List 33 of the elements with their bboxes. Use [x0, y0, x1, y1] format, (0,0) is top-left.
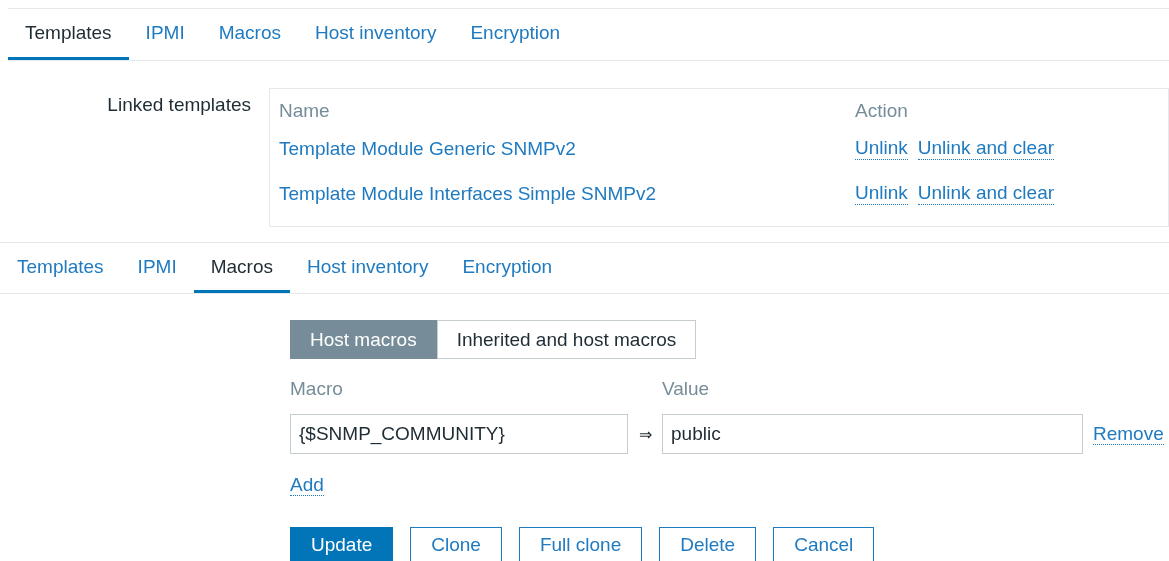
template-link[interactable]: Template Module Generic SNMPv2	[279, 137, 855, 160]
action-link[interactable]: Unlink and clear	[917, 182, 1055, 205]
remove-link[interactable]: Remove	[1093, 423, 1164, 445]
action-link[interactable]: Unlink	[855, 182, 908, 205]
action-link[interactable]: Unlink and clear	[917, 137, 1055, 160]
template-link[interactable]: Template Module Interfaces Simple SNMPv2	[279, 182, 855, 205]
tab[interactable]: IPMI	[128, 9, 202, 60]
action-link[interactable]: Unlink	[855, 137, 908, 160]
tab[interactable]: IPMI	[120, 243, 194, 293]
tab[interactable]: Templates	[8, 9, 129, 60]
column-header: Name	[279, 100, 331, 122]
action-button[interactable]: Update	[290, 527, 394, 561]
tab[interactable]: Encryption	[445, 243, 570, 293]
add-link[interactable]: Add	[290, 474, 324, 496]
tab[interactable]: Templates	[0, 243, 121, 293]
tab[interactable]: Host inventory	[289, 243, 446, 293]
field-label: Linked templates	[106, 93, 251, 116]
tab[interactable]: Host inventory	[297, 9, 454, 60]
action-button[interactable]: Delete	[659, 527, 757, 561]
tab[interactable]: Macros	[201, 9, 298, 60]
input-field[interactable]: public	[662, 414, 1083, 454]
input-field[interactable]: {$SNMP_COMMUNITY}	[290, 414, 628, 454]
column-header: Value	[662, 377, 711, 401]
tab[interactable]: Encryption	[453, 9, 578, 60]
toggle-button[interactable]: Inherited and host macros	[436, 320, 697, 359]
column-header: Action	[855, 100, 908, 122]
action-button[interactable]: Full clone	[518, 527, 643, 561]
action-button[interactable]: Clone	[410, 527, 502, 561]
arrow-symbol: ⇒	[637, 424, 653, 444]
toggle-button[interactable]: Host macros	[290, 320, 437, 359]
column-header: Macro	[290, 377, 344, 401]
tab[interactable]: Macros	[193, 243, 290, 293]
action-button[interactable]: Cancel	[773, 527, 875, 561]
